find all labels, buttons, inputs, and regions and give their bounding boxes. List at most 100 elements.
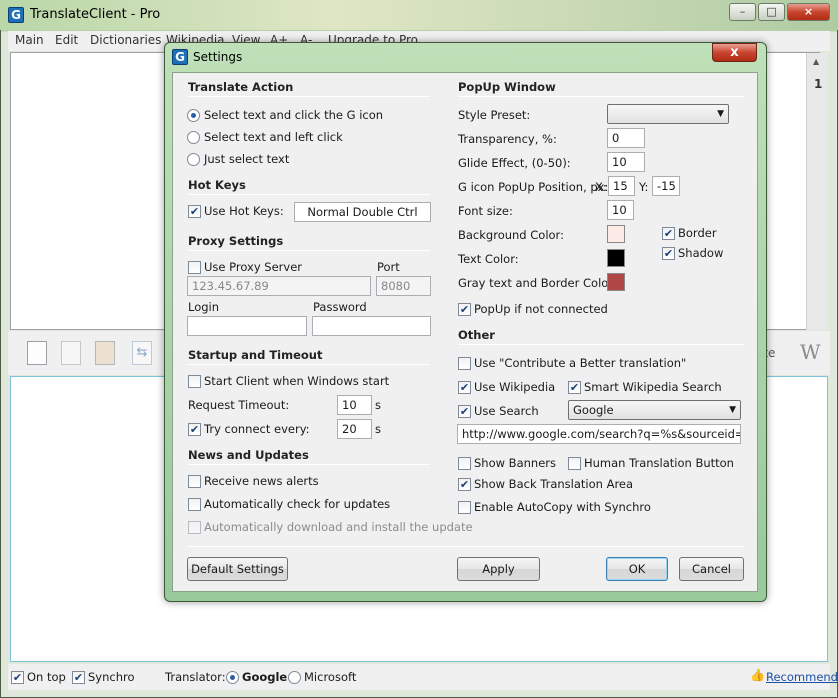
position-x-input[interactable]: 15	[608, 176, 635, 196]
translate-action-radio-left-click[interactable]	[187, 131, 200, 144]
divider	[188, 364, 430, 365]
popup-window-header: PopUp Window	[458, 80, 556, 94]
microsoft-radio[interactable]	[288, 671, 301, 684]
receive-news-checkbox[interactable]	[188, 475, 201, 488]
menu-dictionaries[interactable]: Dictionaries	[90, 33, 161, 47]
thumbs-up-icon[interactable]: 👍	[750, 668, 765, 682]
border-label: Border	[678, 226, 717, 240]
translate-action-radio-select[interactable]	[187, 153, 200, 166]
style-preset-label: Style Preset:	[458, 108, 531, 122]
smart-wikipedia-checkbox[interactable]: ✔	[568, 381, 581, 394]
chevron-down-icon: ▼	[717, 109, 724, 119]
app-logo-icon: G	[8, 7, 24, 23]
use-wikipedia-checkbox[interactable]: ✔	[458, 381, 471, 394]
show-banners-checkbox[interactable]	[458, 457, 471, 470]
maximize-button[interactable]: □	[758, 3, 785, 21]
popup-not-connected-checkbox[interactable]: ✔	[458, 303, 471, 316]
text-color-swatch[interactable]	[607, 249, 625, 267]
background-color-swatch[interactable]	[607, 225, 625, 243]
auto-check-updates-checkbox[interactable]	[188, 498, 201, 511]
default-settings-button[interactable]: Default Settings	[187, 557, 288, 581]
menu-edit[interactable]: Edit	[55, 33, 78, 47]
main-close-button[interactable]: ×	[787, 3, 830, 21]
source-scrollbar[interactable]: ▲ 1	[806, 53, 828, 330]
google-radio[interactable]	[226, 671, 239, 684]
popup-not-connected-label: PopUp if not connected	[474, 302, 608, 316]
request-timeout-input[interactable]: 10	[337, 395, 372, 415]
use-hot-keys-label: Use Hot Keys:	[204, 204, 284, 218]
paste-icon[interactable]	[95, 341, 115, 365]
wikipedia-icon[interactable]: W	[800, 340, 821, 364]
translate-action-label-g-icon: Select text and click the G icon	[204, 108, 384, 122]
autocopy-checkbox[interactable]	[458, 501, 471, 514]
use-proxy-checkbox[interactable]	[188, 261, 201, 274]
font-size-input[interactable]: 10	[607, 200, 634, 220]
divider	[458, 96, 744, 97]
use-search-label: Use Search	[474, 404, 539, 418]
proxy-server-input[interactable]: 123.45.67.89	[187, 276, 371, 296]
apply-button[interactable]: Apply	[457, 557, 540, 581]
on-top-checkbox[interactable]: ✔	[11, 671, 24, 684]
gray-color-swatch[interactable]	[607, 273, 625, 291]
text-color-label: Text Color:	[458, 252, 519, 266]
autocopy-label: Enable AutoCopy with Synchro	[474, 500, 651, 514]
receive-news-label: Receive news alerts	[204, 474, 319, 488]
border-checkbox[interactable]: ✔	[662, 227, 675, 240]
dialog-close-button[interactable]: x	[712, 43, 757, 62]
ok-button[interactable]: OK	[606, 557, 668, 581]
menu-main[interactable]: Main	[15, 33, 44, 47]
start-with-windows-checkbox[interactable]	[188, 375, 201, 388]
proxy-settings-header: Proxy Settings	[188, 234, 284, 248]
human-translation-label: Human Translation Button	[584, 456, 734, 470]
position-y-label: Y:	[639, 180, 649, 194]
try-connect-checkbox[interactable]: ✔	[188, 423, 201, 436]
use-hot-keys-checkbox[interactable]: ✔	[188, 205, 201, 218]
start-with-windows-label: Start Client when Windows start	[204, 374, 390, 388]
recommend-link[interactable]: Recommend	[766, 670, 838, 684]
copy-icon[interactable]	[61, 341, 81, 365]
password-label: Password	[313, 300, 367, 314]
swap-icon[interactable]: ⇆	[132, 341, 152, 365]
popup-position-label: G icon PopUp Position, px:	[458, 180, 609, 194]
glide-effect-label: Glide Effect, (0-50):	[458, 156, 571, 170]
synchro-checkbox[interactable]: ✔	[72, 671, 85, 684]
divider	[188, 464, 430, 465]
divider	[188, 250, 430, 251]
search-engine-select[interactable]: Google ▼	[568, 400, 741, 420]
cancel-button[interactable]: Cancel	[679, 557, 744, 581]
position-y-input[interactable]: -15	[652, 176, 680, 196]
password-input[interactable]	[312, 316, 431, 336]
minimize-button[interactable]: –	[729, 3, 756, 21]
translate-action-label-left-click: Select text and left click	[204, 130, 343, 144]
scroll-up-icon[interactable]: ▲	[813, 57, 819, 66]
microsoft-label: Microsoft	[304, 670, 357, 684]
on-top-label: On top	[27, 670, 66, 684]
search-url-input[interactable]: http://www.google.com/search?q=%s&source…	[457, 424, 741, 444]
try-connect-input[interactable]: 20	[337, 419, 372, 439]
contribute-checkbox[interactable]	[458, 357, 471, 370]
translate-action-label-select: Just select text	[204, 152, 290, 166]
auto-download-label: Automatically download and install the u…	[204, 520, 473, 534]
login-input[interactable]	[187, 316, 307, 336]
show-banners-label: Show Banners	[474, 456, 556, 470]
synchro-label: Synchro	[88, 670, 135, 684]
statusbar: ✔ On top ✔ Synchro Translator: Google Mi…	[8, 664, 838, 690]
page-number: 1	[814, 77, 823, 91]
transparency-input[interactable]: 0	[607, 128, 645, 148]
shadow-checkbox[interactable]: ✔	[662, 247, 675, 260]
glide-effect-input[interactable]: 10	[607, 152, 645, 172]
port-label: Port	[377, 260, 400, 274]
style-preset-select[interactable]: ▼	[607, 104, 729, 124]
proxy-port-input[interactable]: 8080	[376, 276, 431, 296]
hot-keys-field[interactable]: Normal Double Ctrl	[294, 202, 431, 222]
gray-color-label: Gray text and Border Color:	[458, 276, 617, 290]
try-connect-label: Try connect every:	[204, 422, 310, 436]
transparency-label: Transparency, %:	[458, 132, 557, 146]
new-document-icon[interactable]	[27, 341, 47, 365]
use-search-checkbox[interactable]: ✔	[458, 405, 471, 418]
auto-check-updates-label: Automatically check for updates	[204, 497, 391, 511]
back-translation-checkbox[interactable]: ✔	[458, 478, 471, 491]
auto-download-checkbox[interactable]	[188, 521, 201, 534]
translate-action-radio-g-icon[interactable]	[187, 109, 200, 122]
human-translation-checkbox[interactable]	[568, 457, 581, 470]
